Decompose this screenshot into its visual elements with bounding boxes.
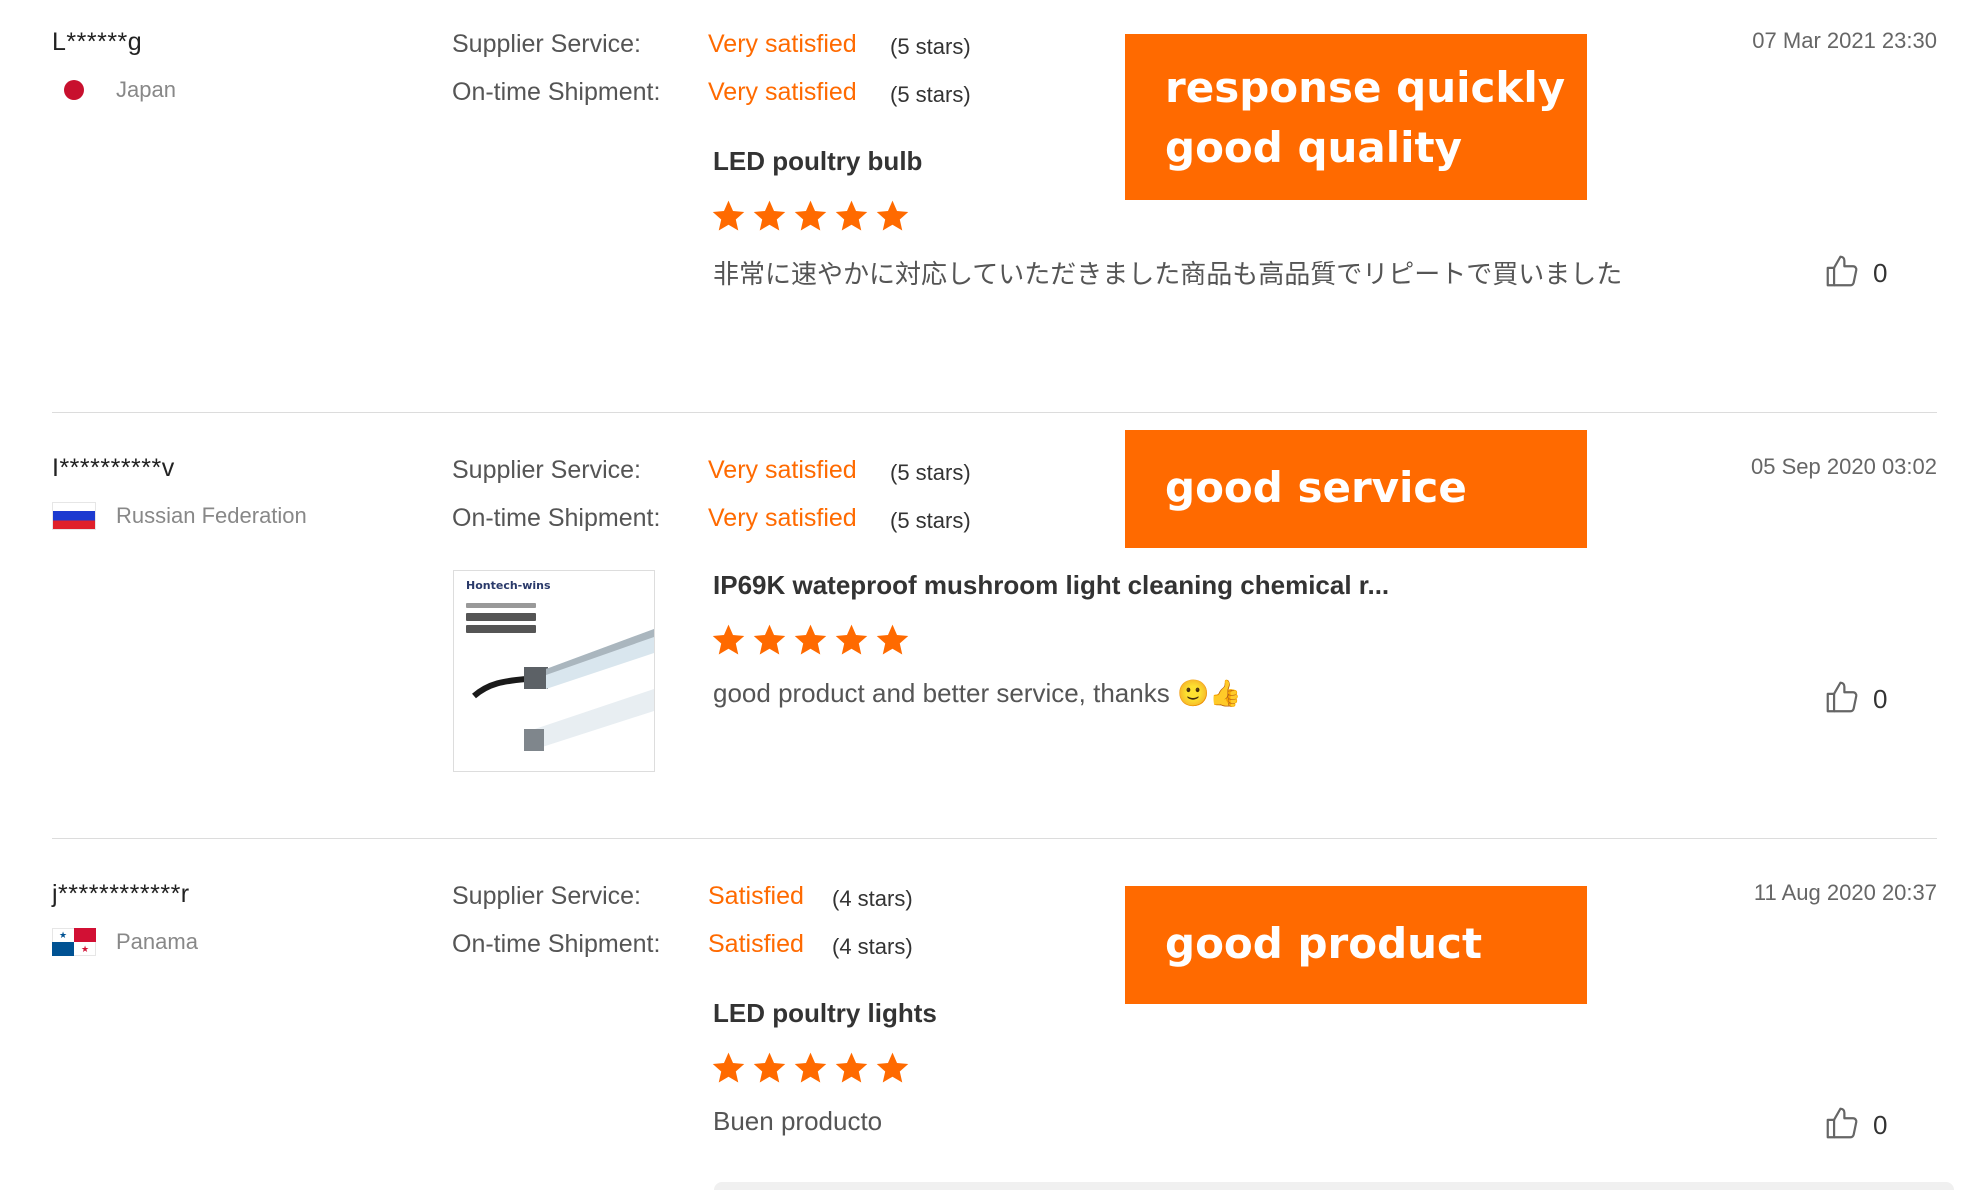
review-item: I**********v Russian Federation Supplier… bbox=[52, 430, 1937, 834]
star-icon bbox=[834, 1050, 869, 1085]
like-button[interactable]: 0 bbox=[1823, 678, 1887, 721]
like-button[interactable]: 0 bbox=[1823, 252, 1887, 295]
shipment-value: Very satisfied bbox=[708, 78, 857, 106]
like-count: 0 bbox=[1873, 1110, 1888, 1140]
supplier-service-stars: (4 stars) bbox=[832, 886, 913, 911]
star-icon bbox=[793, 1050, 828, 1085]
star-icon bbox=[793, 622, 828, 657]
product-title[interactable]: LED poultry bulb bbox=[713, 146, 922, 177]
country-name: Russian Federation bbox=[116, 503, 307, 528]
highlight-banner: response quickly good quality bbox=[1125, 34, 1587, 200]
like-count: 0 bbox=[1873, 258, 1888, 288]
reviewer-country: Japan bbox=[52, 76, 176, 104]
supplier-service-value: Very satisfied bbox=[708, 30, 857, 58]
shipment-stars: (5 stars) bbox=[890, 508, 971, 533]
highlight-banner: good service bbox=[1125, 430, 1587, 548]
review-date: 07 Mar 2021 23:30 bbox=[1752, 28, 1937, 53]
supplier-service-stars: (5 stars) bbox=[890, 34, 971, 59]
product-title[interactable]: IP69K wateproof mushroom light cleaning … bbox=[713, 570, 1389, 601]
reviewer-country: Russian Federation bbox=[52, 502, 307, 530]
star-icon bbox=[834, 622, 869, 657]
review-date: 11 Aug 2020 20:37 bbox=[1753, 880, 1937, 905]
supplier-service-value: Satisfied bbox=[708, 882, 804, 910]
divider bbox=[52, 838, 1937, 839]
star-icon bbox=[834, 198, 869, 233]
shipment-stars: (5 stars) bbox=[890, 82, 971, 107]
product-rating-stars bbox=[711, 1050, 910, 1085]
like-count: 0 bbox=[1873, 684, 1888, 714]
star-icon bbox=[752, 622, 787, 657]
star-icon bbox=[711, 622, 746, 657]
like-button[interactable]: 0 bbox=[1823, 1104, 1887, 1147]
japan-flag-icon bbox=[52, 76, 96, 104]
star-icon bbox=[793, 198, 828, 233]
banner-line: good quality bbox=[1165, 123, 1463, 172]
thumbs-up-icon bbox=[1823, 678, 1861, 721]
review-comment: Buen producto bbox=[713, 1106, 883, 1136]
review-comment: 非常に速やかに対応していただきました商品も高品質でリピートで買いました bbox=[713, 259, 1623, 289]
star-icon bbox=[875, 622, 910, 657]
review-item: j************r ★ ★ Panama Supplier Servi… bbox=[52, 880, 1937, 1190]
product-title[interactable]: LED poultry lights bbox=[713, 998, 937, 1029]
supplier-service-value: Very satisfied bbox=[708, 456, 857, 484]
banner-line: good service bbox=[1165, 463, 1467, 512]
shipment-value: Very satisfied bbox=[708, 504, 857, 532]
shipment-stars: (4 stars) bbox=[832, 934, 913, 959]
russia-flag-icon bbox=[52, 502, 96, 530]
reviewer-name: j************r bbox=[52, 880, 190, 908]
shipment-value: Satisfied bbox=[708, 930, 804, 958]
banner-line: good product bbox=[1165, 919, 1483, 968]
reviewer-name: L******g bbox=[52, 28, 143, 56]
divider bbox=[52, 412, 1937, 413]
product-rating-stars bbox=[711, 198, 910, 233]
star-icon bbox=[875, 198, 910, 233]
thumbs-up-icon bbox=[1823, 252, 1861, 295]
review-comment: good product and better service, thanks … bbox=[713, 678, 1242, 708]
country-name: Japan bbox=[116, 77, 176, 102]
shipment-label: On-time Shipment: bbox=[452, 78, 661, 106]
banner-line: response quickly bbox=[1165, 63, 1566, 112]
thumbs-up-icon bbox=[1823, 1104, 1861, 1147]
supplier-service-label: Supplier Service: bbox=[452, 456, 641, 484]
shipment-label: On-time Shipment: bbox=[452, 930, 661, 958]
product-image[interactable]: Hontech-wins bbox=[453, 570, 655, 772]
supplier-service-label: Supplier Service: bbox=[452, 30, 641, 58]
star-icon bbox=[752, 198, 787, 233]
review-item: L******g Japan Supplier Service: Very sa… bbox=[52, 28, 1937, 408]
country-name: Panama bbox=[116, 929, 198, 954]
highlight-banner: good product bbox=[1125, 886, 1587, 1004]
supplier-service-stars: (5 stars) bbox=[890, 460, 971, 485]
star-icon bbox=[875, 1050, 910, 1085]
review-date: 05 Sep 2020 03:02 bbox=[1751, 454, 1937, 479]
star-icon bbox=[711, 198, 746, 233]
reviewer-name: I**********v bbox=[52, 454, 175, 482]
panama-flag-icon: ★ ★ bbox=[52, 928, 96, 956]
shipment-label: On-time Shipment: bbox=[452, 504, 661, 532]
scroll-edge bbox=[714, 1182, 1954, 1190]
product-rating-stars bbox=[711, 622, 910, 657]
star-icon bbox=[711, 1050, 746, 1085]
supplier-service-label: Supplier Service: bbox=[452, 882, 641, 910]
star-icon bbox=[752, 1050, 787, 1085]
reviewer-country: ★ ★ Panama bbox=[52, 928, 198, 956]
